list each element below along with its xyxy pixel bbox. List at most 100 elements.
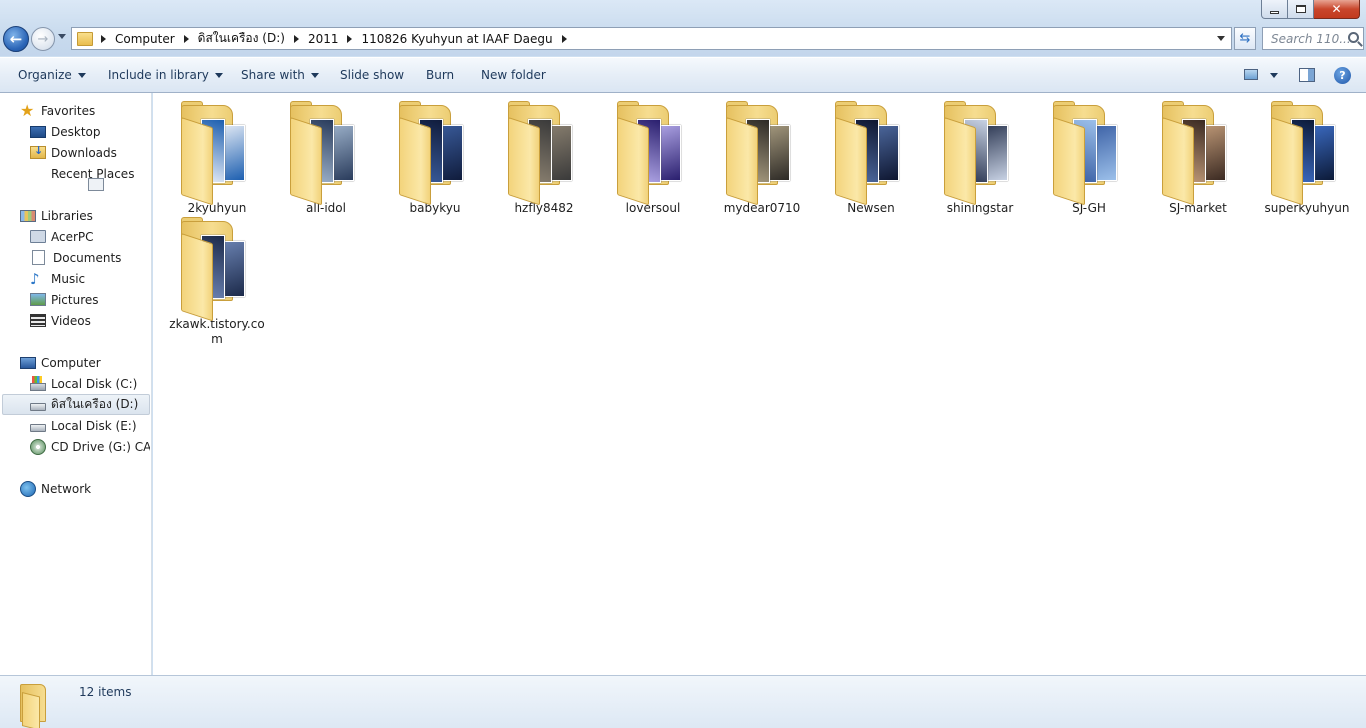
computer-icon xyxy=(20,356,36,369)
breadcrumb-separator-icon[interactable] xyxy=(347,34,353,43)
videos-icon xyxy=(30,314,46,327)
slide-show-button[interactable]: Slide show xyxy=(340,68,404,82)
address-bar[interactable]: Computer ดิสในเครือง (D:) 2011 110826 Ky… xyxy=(71,27,1232,50)
nav-label: Favorites xyxy=(41,103,96,118)
burn-label: Burn xyxy=(426,68,455,82)
nav-favorites[interactable]: ★ Favorites xyxy=(20,100,95,121)
libraries-icon xyxy=(20,209,36,222)
include-in-library-label: Include in library xyxy=(108,68,209,82)
folder-name: SJ-GH xyxy=(1072,201,1106,215)
folder-name: loversoul xyxy=(625,201,681,215)
folder-item[interactable]: SJ-market xyxy=(1146,99,1250,216)
search-input[interactable]: Search 110... xyxy=(1262,27,1364,50)
refresh-button[interactable]: ⇆ xyxy=(1234,27,1256,50)
help-button[interactable]: ? xyxy=(1334,67,1351,84)
folder-icon xyxy=(288,99,364,206)
music-icon: ♪ xyxy=(30,269,40,288)
nav-label: Network xyxy=(41,481,92,496)
folder-item[interactable]: babykyu xyxy=(383,99,487,216)
folder-name: all-idol xyxy=(306,201,346,215)
folder-item[interactable]: hzfly8482 xyxy=(492,99,596,216)
close-button[interactable]: ✕ xyxy=(1314,0,1360,19)
nav-desktop[interactable]: Desktop xyxy=(30,121,101,142)
file-list[interactable]: 2kyuhyun all-idol babykyu hzfly8482 loversou… xyxy=(153,93,1366,675)
minimize-button[interactable] xyxy=(1261,0,1288,19)
breadcrumb-separator-icon[interactable] xyxy=(183,34,189,43)
forward-arrow-icon: → xyxy=(37,31,49,47)
folder-icon xyxy=(506,99,582,206)
folder-icon xyxy=(833,99,909,206)
breadcrumb-drive-d[interactable]: ดิสในเครือง (D:) xyxy=(198,29,285,48)
folder-name: mydear0710 xyxy=(723,201,801,215)
nav-computer[interactable]: Computer xyxy=(20,352,101,373)
folder-item[interactable]: zkawk.tistory.com xyxy=(165,215,269,347)
share-with-button[interactable]: Share with xyxy=(241,68,319,82)
nav-music[interactable]: ♪ Music xyxy=(30,268,85,289)
folder-item[interactable]: 2kyuhyun xyxy=(165,99,269,216)
nav-network[interactable]: Network xyxy=(20,478,91,499)
folder-item[interactable]: SJ-GH xyxy=(1037,99,1141,216)
nav-libraries[interactable]: Libraries xyxy=(20,205,93,226)
nav-label: AcerPC xyxy=(51,229,94,244)
folder-icon xyxy=(1160,99,1236,206)
breadcrumb-separator-icon[interactable] xyxy=(101,34,106,43)
organize-button[interactable]: Organize xyxy=(18,68,86,82)
restore-icon xyxy=(1295,5,1306,13)
breadcrumb-separator-icon[interactable] xyxy=(293,34,299,43)
folder-item[interactable]: Newsen xyxy=(819,99,923,216)
new-folder-button[interactable]: New folder xyxy=(481,68,546,82)
window-chrome: ✕ ← → Computer ดิสในเครือง (D:) 2011 110… xyxy=(0,0,1366,56)
nav-local-disk-e[interactable]: Local Disk (E:) xyxy=(30,415,137,436)
nav-cd-drive[interactable]: CD Drive (G:) CAT ( xyxy=(30,436,150,457)
back-arrow-icon: ← xyxy=(9,30,23,48)
nav-disk-d[interactable]: ดิสในเครือง (D:) xyxy=(2,394,150,415)
burn-button[interactable]: Burn xyxy=(426,68,454,82)
nav-label: Computer xyxy=(41,355,101,370)
back-button[interactable]: ← xyxy=(3,26,29,52)
folder-item[interactable]: all-idol xyxy=(274,99,378,216)
breadcrumb-current-folder[interactable]: 110826 Kyuhyun at IAAF Daegu xyxy=(361,32,552,46)
folder-icon xyxy=(1269,99,1345,206)
folder-item[interactable]: mydear0710 xyxy=(710,99,814,216)
nav-recent-places[interactable]: Recent Places xyxy=(30,163,134,191)
folder-item[interactable]: shiningstar xyxy=(928,99,1032,216)
restore-button[interactable] xyxy=(1288,0,1314,19)
refresh-icon: ⇆ xyxy=(1239,31,1251,46)
nav-label: Music xyxy=(51,271,86,286)
nav-label: Videos xyxy=(51,313,91,328)
nav-acerpc[interactable]: AcerPC xyxy=(30,226,94,247)
nav-videos[interactable]: Videos xyxy=(30,310,91,331)
drive-icon xyxy=(30,402,46,411)
folder-icon xyxy=(179,99,255,206)
preview-pane-icon[interactable] xyxy=(1299,68,1315,82)
dropdown-caret-icon xyxy=(214,72,223,78)
address-history-dropdown-icon[interactable] xyxy=(1217,36,1225,41)
system-drive-icon xyxy=(30,375,46,391)
breadcrumb-computer[interactable]: Computer xyxy=(115,32,175,46)
network-icon xyxy=(20,480,36,497)
recent-pages-dropdown[interactable] xyxy=(58,34,66,39)
nav-label: Local Disk (E:) xyxy=(51,418,137,433)
folder-icon xyxy=(20,682,56,728)
folder-icon xyxy=(942,99,1018,206)
breadcrumb-2011[interactable]: 2011 xyxy=(308,32,339,46)
folder-name: babykyu xyxy=(409,201,461,215)
downloads-icon xyxy=(30,144,46,159)
nav-downloads[interactable]: Downloads xyxy=(30,142,117,163)
nav-local-disk-c[interactable]: Local Disk (C:) xyxy=(30,373,137,394)
close-icon: ✕ xyxy=(1331,2,1342,16)
folder-item[interactable]: loversoul xyxy=(601,99,705,216)
search-icon xyxy=(1348,32,1359,43)
forward-button[interactable]: → xyxy=(31,27,55,51)
share-with-label: Share with xyxy=(241,68,305,82)
star-icon: ★ xyxy=(20,100,35,120)
dropdown-caret-icon xyxy=(310,72,319,78)
change-view-icon[interactable] xyxy=(1244,69,1258,80)
include-in-library-button[interactable]: Include in library xyxy=(108,68,223,82)
nav-label: Pictures xyxy=(51,292,99,307)
folder-item[interactable]: superkyuhyun xyxy=(1255,99,1359,216)
nav-pictures[interactable]: Pictures xyxy=(30,289,99,310)
view-options-dropdown-icon[interactable] xyxy=(1270,73,1278,78)
nav-documents[interactable]: Documents xyxy=(32,247,121,268)
breadcrumb-separator-icon[interactable] xyxy=(561,34,567,43)
